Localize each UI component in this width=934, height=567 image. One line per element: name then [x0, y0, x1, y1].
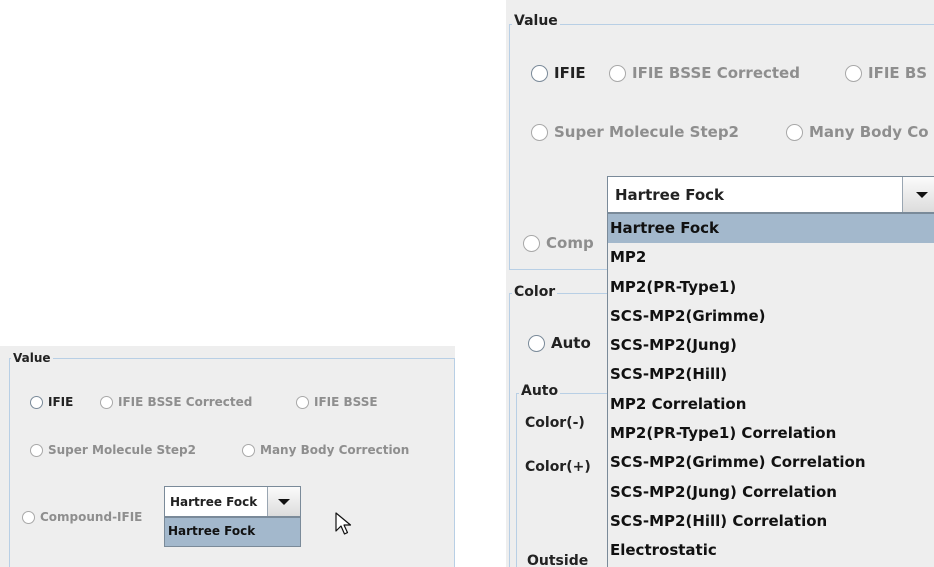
method-option-7[interactable]: MP2(PR-Type1) Correlation — [608, 419, 934, 448]
radio-many-body-correction-indicator — [242, 443, 255, 457]
radio-ifie-bsse-right-label: IFIE BS — [868, 64, 928, 82]
radio-ifie-bsse-label: IFIE BSSE — [314, 395, 378, 409]
value-group-title-right: Value — [512, 13, 560, 29]
method-combo-right-value: Hartree Fock — [615, 185, 725, 204]
radio-many-body-correction-label: Many Body Correction — [260, 443, 410, 457]
radio-compound-ifie-indicator — [22, 510, 35, 524]
radio-ifie-bsse[interactable]: IFIE BSSE — [296, 395, 378, 409]
method-option-6[interactable]: MP2 Correlation — [608, 390, 934, 419]
radio-compound-ifie-right-indicator — [523, 234, 540, 252]
chevron-down-icon — [278, 498, 290, 505]
method-option-8[interactable]: SCS-MP2(Grimme) Correlation — [608, 448, 934, 477]
method-option-11[interactable]: Electrostatic — [608, 536, 934, 565]
method-option-3[interactable]: SCS-MP2(Grimme) — [608, 302, 934, 331]
radio-ifie-bsse-corrected-indicator — [100, 395, 113, 409]
value-group-title: Value — [11, 350, 53, 366]
radio-ifie-bsse-corrected-right-indicator — [609, 64, 626, 82]
method-combo-popup: Hartree Fock — [164, 517, 301, 547]
radio-ifie-right-label: IFIE — [554, 64, 586, 82]
radio-super-molecule-step2-right[interactable]: Super Molecule Step2 — [531, 123, 739, 141]
mouse-cursor-icon — [335, 512, 352, 535]
radio-ifie-indicator — [30, 395, 43, 409]
radio-compound-ifie-right-label: Comp — [546, 234, 594, 252]
method-option-0[interactable]: Hartree Fock — [608, 214, 934, 244]
method-option-2[interactable]: MP2(PR-Type1) — [608, 273, 934, 302]
method-option-10[interactable]: SCS-MP2(Hill) Correlation — [608, 507, 934, 536]
right-settings-panel: Value IFIE IFIE BSSE Corrected IFIE BS S… — [506, 0, 934, 567]
radio-ifie-bsse-corrected-right-label: IFIE BSSE Corrected — [632, 64, 800, 82]
radio-ifie-right-indicator — [531, 64, 548, 82]
radio-many-body-correction-right[interactable]: Many Body Co — [786, 123, 929, 141]
method-option-hartree-fock[interactable]: Hartree Fock — [165, 518, 300, 546]
radio-ifie-bsse-corrected-right[interactable]: IFIE BSSE Corrected — [609, 64, 800, 82]
radio-many-body-correction[interactable]: Many Body Correction — [242, 443, 409, 457]
auto-color-group-title: Auto — [519, 383, 561, 399]
method-combo-right-popup: Hartree Fock MP2 MP2(PR-Type1) SCS-MP2(Grim… — [607, 213, 934, 567]
radio-super-molecule-step2-right-indicator — [531, 123, 548, 141]
radio-ifie-bsse-corrected[interactable]: IFIE BSSE Corrected — [100, 395, 252, 409]
color-plus-label: Color(+) — [525, 459, 591, 475]
radio-ifie-bsse-indicator — [296, 395, 309, 409]
radio-super-molecule-step2-label: Super Molecule Step2 — [48, 443, 196, 457]
method-combo-value: Hartree Fock — [170, 494, 258, 509]
radio-color-auto-label: Auto — [551, 334, 591, 352]
radio-color-auto-indicator — [528, 334, 545, 352]
method-option-1[interactable]: MP2 — [608, 243, 934, 272]
radio-ifie[interactable]: IFIE — [30, 395, 73, 409]
method-option-9[interactable]: SCS-MP2(Jung) Correlation — [608, 478, 934, 507]
radio-ifie-right[interactable]: IFIE — [531, 64, 586, 82]
radio-super-molecule-step2[interactable]: Super Molecule Step2 — [30, 443, 196, 457]
radio-ifie-bsse-right[interactable]: IFIE BS — [845, 64, 927, 82]
outside-label: Outside — [527, 553, 589, 567]
radio-compound-ifie[interactable]: Compound-IFIE — [22, 510, 142, 524]
color-group-title: Color — [512, 284, 558, 300]
radio-ifie-bsse-corrected-label: IFIE BSSE Corrected — [118, 395, 253, 409]
left-settings-panel: Value IFIE IFIE BSSE Corrected IFIE BSSE… — [0, 346, 455, 567]
radio-ifie-bsse-right-indicator — [845, 64, 862, 82]
radio-ifie-label: IFIE — [48, 395, 74, 409]
radio-many-body-correction-right-label: Many Body Co — [809, 123, 929, 141]
method-combo-right-arrow-button[interactable] — [902, 177, 934, 212]
radio-compound-ifie-label: Compound-IFIE — [40, 510, 143, 524]
method-combo[interactable]: Hartree Fock — [164, 486, 301, 517]
radio-color-auto[interactable]: Auto — [528, 334, 591, 352]
radio-compound-ifie-right[interactable]: Comp — [523, 234, 594, 252]
radio-super-molecule-step2-right-label: Super Molecule Step2 — [554, 123, 739, 141]
chevron-down-icon — [916, 191, 928, 198]
radio-super-molecule-step2-indicator — [30, 443, 43, 457]
color-minus-label: Color(-) — [525, 415, 585, 431]
method-combo-right[interactable]: Hartree Fock — [607, 176, 934, 213]
method-option-5[interactable]: SCS-MP2(Hill) — [608, 360, 934, 389]
radio-many-body-correction-right-indicator — [786, 123, 803, 141]
method-option-4[interactable]: SCS-MP2(Jung) — [608, 331, 934, 360]
method-combo-arrow-button[interactable] — [267, 487, 300, 516]
